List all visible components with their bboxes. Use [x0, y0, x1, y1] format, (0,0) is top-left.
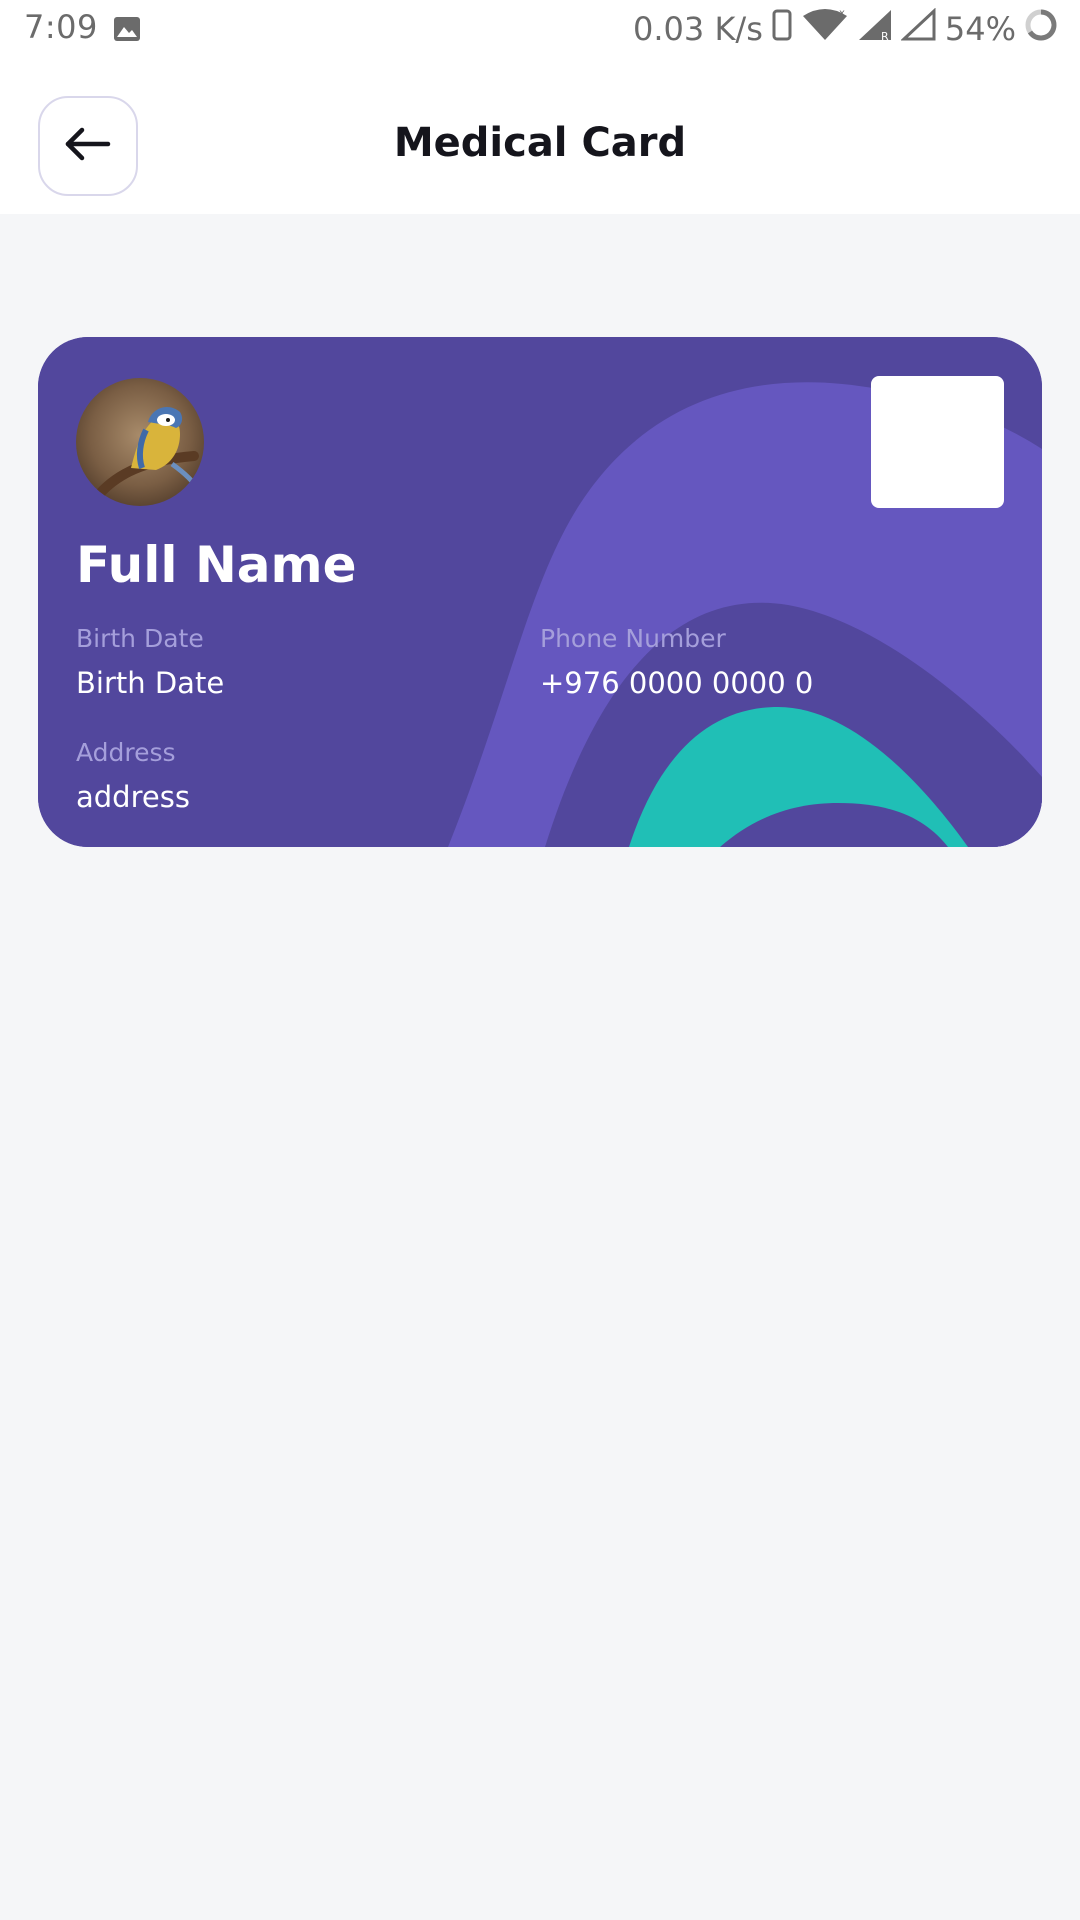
full-name: Full Name — [76, 536, 357, 594]
battery-percent: 54% — [944, 10, 1016, 48]
svg-text:x: x — [839, 8, 845, 19]
phone-icon — [771, 9, 793, 49]
network-speed: 0.03 K/s — [633, 10, 763, 48]
image-icon — [112, 14, 142, 44]
signal-icon: R — [857, 8, 893, 50]
status-time: 7:09 — [24, 8, 98, 46]
svg-text:R: R — [881, 30, 889, 42]
birth-date-value: Birth Date — [76, 666, 225, 700]
qr-code-placeholder — [871, 376, 1004, 508]
status-right-group: 0.03 K/s x R 54% — [633, 7, 1058, 50]
signal-empty-icon — [900, 7, 937, 50]
avatar — [76, 378, 204, 506]
phone-number-value: +976 0000 0000 0 — [540, 666, 814, 700]
address-value: address — [76, 780, 190, 814]
medical-card[interactable]: Full Name Birth Date Birth Date Phone Nu… — [38, 337, 1042, 847]
battery-ring-icon — [1024, 8, 1058, 50]
address-label: Address — [76, 738, 176, 767]
status-bar: 7:09 0.03 K/s x R 54% — [0, 0, 1080, 58]
wifi-icon: x — [801, 8, 849, 50]
phone-number-label: Phone Number — [540, 624, 726, 653]
birth-date-label: Birth Date — [76, 624, 204, 653]
page-title: Medical Card — [393, 120, 687, 166]
app-header: Medical Card — [0, 58, 1080, 214]
